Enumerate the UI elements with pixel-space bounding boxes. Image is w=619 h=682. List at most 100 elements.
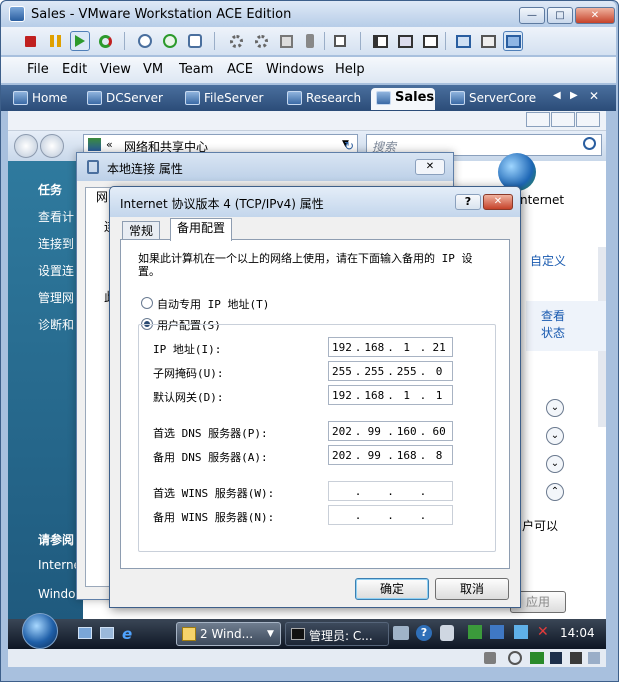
network-tray-icon[interactable]: [468, 625, 482, 639]
close-button[interactable]: ✕: [483, 194, 513, 210]
mouse-icon[interactable]: [440, 625, 454, 641]
task-link[interactable]: 诊断和: [38, 316, 74, 333]
revert-snapshot-button[interactable]: [160, 31, 180, 51]
radio-auto-private-ip[interactable]: [141, 297, 153, 309]
dialog-titlebar[interactable]: Internet 协议版本 4 (TCP/IPv4) 属性 ? ✕: [110, 187, 520, 217]
tab-close-button[interactable]: ✕: [589, 89, 599, 103]
menu-ace[interactable]: ACE: [227, 62, 253, 77]
menu-team[interactable]: Team: [179, 62, 213, 77]
quick-switch-button[interactable]: [395, 31, 415, 51]
refresh-icon[interactable]: ↻: [344, 139, 354, 153]
summary-button[interactable]: [478, 31, 498, 51]
sidebar-toggle-button[interactable]: [370, 31, 390, 51]
view-status-link[interactable]: 查看: [541, 307, 565, 324]
default-gateway-input[interactable]: 192. 168. 1. 1: [328, 385, 453, 405]
fullscreen-button[interactable]: [420, 31, 440, 51]
explorer-maximize-button[interactable]: [551, 112, 575, 127]
taskbar-button-cmd[interactable]: 管理员: C...: [285, 622, 389, 646]
team-button[interactable]: [226, 31, 246, 51]
reset-button[interactable]: [95, 31, 115, 51]
usb-icon[interactable]: [550, 652, 562, 664]
alternate-dns-input[interactable]: 202. 99. 168. 8: [328, 445, 453, 465]
minimize-button[interactable]: —: [519, 7, 545, 24]
ie-icon[interactable]: e: [122, 625, 132, 643]
tab-next-button[interactable]: ▶: [570, 90, 578, 101]
team-connect-button[interactable]: [251, 31, 271, 51]
suspend-button[interactable]: [45, 31, 65, 51]
tab-sales[interactable]: Sales: [371, 88, 435, 110]
chevron-down-icon[interactable]: ⌄: [546, 455, 564, 473]
help-icon[interactable]: ?: [416, 625, 432, 641]
explorer-close-button[interactable]: [576, 112, 600, 127]
pin-button[interactable]: [330, 31, 350, 51]
chevron-up-icon[interactable]: ⌃: [546, 483, 564, 501]
menu-help[interactable]: Help: [335, 62, 365, 77]
start-button[interactable]: [22, 613, 58, 649]
sound-icon[interactable]: [570, 652, 582, 664]
menu-file[interactable]: File: [27, 62, 49, 77]
power-off-button[interactable]: [20, 31, 40, 51]
tab-alternate-configuration[interactable]: 备用配置: [170, 218, 233, 241]
volume-icon[interactable]: [490, 625, 504, 639]
error-icon[interactable]: ✕: [537, 624, 549, 640]
snapshot-manager-button[interactable]: [185, 31, 205, 51]
hdd-icon[interactable]: [484, 652, 496, 664]
radio-auto-label[interactable]: 自动专用 IP 地址(T): [157, 296, 269, 312]
see-also-link[interactable]: Interne: [38, 558, 81, 572]
menu-vm[interactable]: VM: [143, 62, 163, 77]
power-on-button[interactable]: [70, 31, 90, 51]
keyboard-icon[interactable]: [393, 626, 409, 640]
tab-servercore[interactable]: ServerCore: [445, 88, 545, 110]
task-link[interactable]: 查看计: [38, 208, 74, 225]
cancel-button[interactable]: 取消: [435, 578, 509, 600]
dialog-titlebar[interactable]: 本地连接 属性 ✕: [77, 153, 453, 181]
tab-prev-button[interactable]: ◀: [553, 90, 561, 101]
menu-windows[interactable]: Windows: [266, 62, 324, 77]
show-desktop-icon[interactable]: [78, 627, 92, 639]
preferred-dns-input[interactable]: 202. 99. 160. 60: [328, 421, 453, 441]
menu-edit[interactable]: Edit: [62, 62, 87, 77]
alternate-wins-input[interactable]: ...: [328, 505, 453, 525]
taskbar-button-windows[interactable]: 2 Wind... ▼: [176, 622, 281, 646]
network-adapter-icon[interactable]: [530, 652, 544, 664]
chevron-down-icon[interactable]: ⌄: [546, 399, 564, 417]
forward-button[interactable]: [40, 134, 64, 158]
message-icon[interactable]: [588, 652, 600, 664]
task-link[interactable]: 连接到: [38, 235, 74, 252]
menu-view[interactable]: View: [100, 62, 131, 77]
ok-button[interactable]: 确定: [355, 578, 429, 600]
task-link[interactable]: 设置连: [38, 262, 74, 279]
ip-octet: 192: [331, 340, 352, 354]
close-button[interactable]: ✕: [415, 159, 445, 175]
tab-dcserver[interactable]: DCServer: [82, 88, 170, 110]
tab-home[interactable]: Home: [8, 88, 74, 110]
subnet-mask-input[interactable]: 255. 255. 255. 0: [328, 361, 453, 381]
close-button[interactable]: ✕: [575, 7, 615, 24]
device-button[interactable]: [300, 31, 320, 51]
switch-windows-icon[interactable]: [100, 627, 114, 639]
ip-address-input[interactable]: 192. 168. 1. 21: [328, 337, 453, 357]
team-lan-button[interactable]: [276, 31, 296, 51]
maximize-button[interactable]: □: [547, 7, 573, 24]
customize-link[interactable]: 自定义: [530, 252, 566, 269]
help-button[interactable]: ?: [455, 194, 481, 210]
clock[interactable]: 14:04: [560, 626, 595, 640]
unity-button[interactable]: [453, 31, 473, 51]
search-icon[interactable]: [583, 137, 596, 150]
breadcrumb-overflow[interactable]: «: [106, 138, 113, 151]
vmware-titlebar[interactable]: Sales - VMware Workstation ACE Edition —…: [1, 1, 616, 27]
view-status-link[interactable]: 状态: [541, 324, 565, 341]
tab-research[interactable]: Research: [282, 88, 367, 110]
display-icon[interactable]: [514, 625, 528, 639]
preferred-wins-input[interactable]: ...: [328, 481, 453, 501]
tab-general[interactable]: 常规: [122, 221, 161, 241]
chevron-down-icon[interactable]: ⌄: [546, 427, 564, 445]
console-view-button[interactable]: [503, 31, 523, 51]
explorer-minimize-button[interactable]: [526, 112, 550, 127]
cdrom-icon[interactable]: [508, 651, 522, 665]
snapshot-button[interactable]: [135, 31, 155, 51]
tab-fileserver[interactable]: FileServer: [180, 88, 272, 110]
tcpipv4-properties-dialog[interactable]: Internet 协议版本 4 (TCP/IPv4) 属性 ? ✕ 常规 备用配…: [109, 186, 521, 608]
back-button[interactable]: [14, 134, 38, 158]
task-link[interactable]: 管理网: [38, 289, 74, 306]
